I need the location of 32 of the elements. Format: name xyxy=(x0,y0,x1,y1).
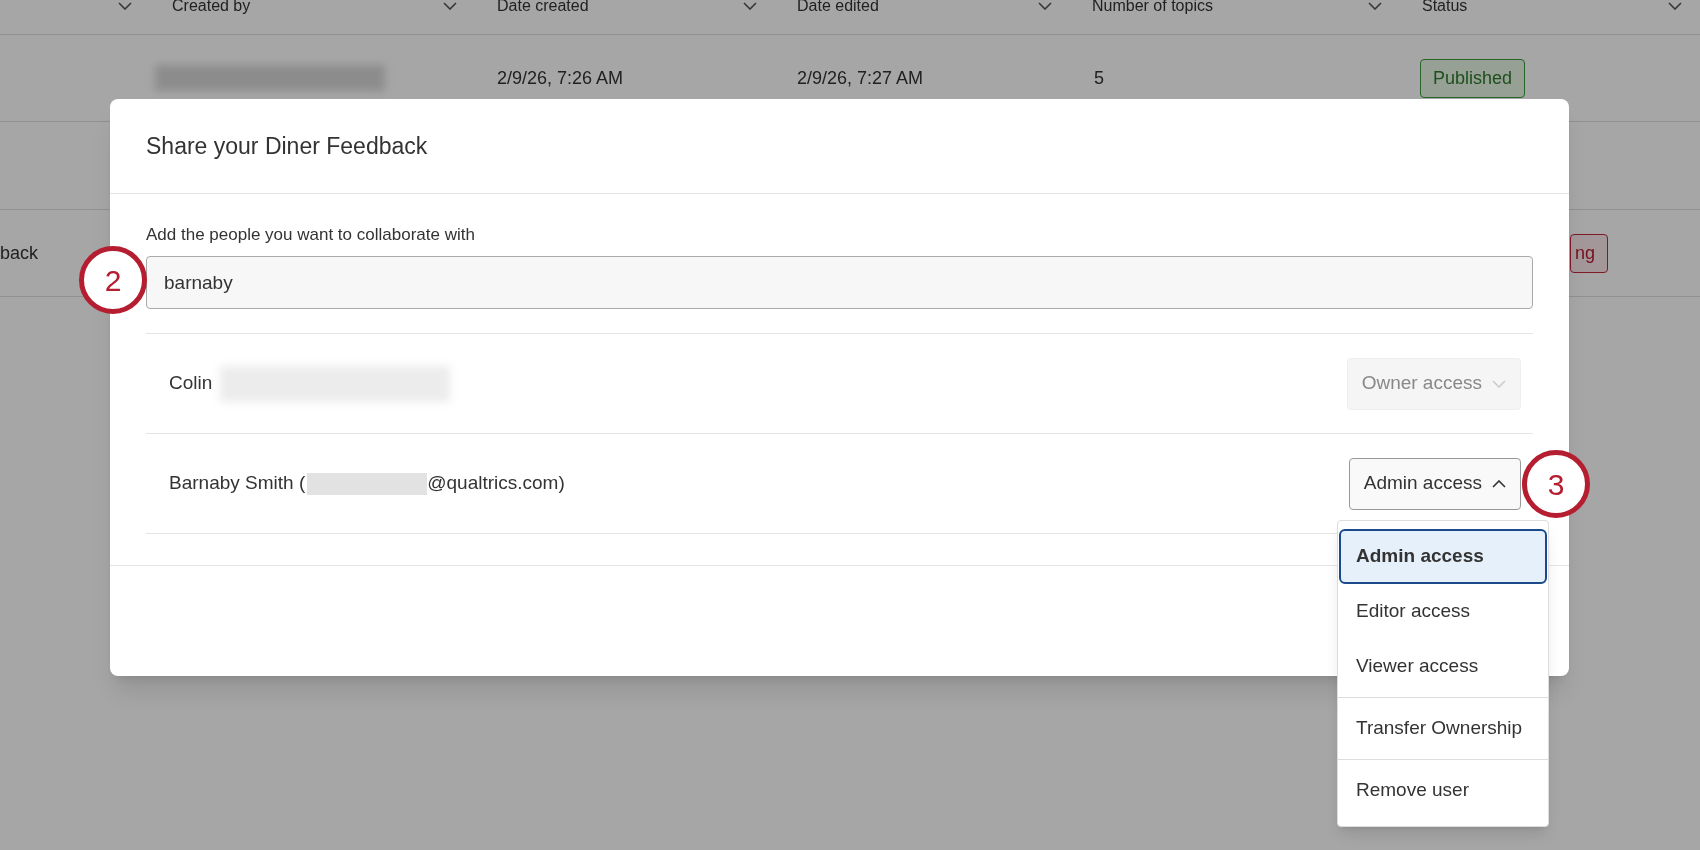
menu-item[interactable]: Admin access xyxy=(1339,529,1547,584)
sort-chevron-icon xyxy=(1368,2,1382,10)
sort-chevron-icon xyxy=(443,2,457,10)
search-field[interactable]: barnaby xyxy=(146,256,1533,309)
sort-chevron-icon xyxy=(118,2,132,10)
table-cell: 5 xyxy=(1094,67,1104,88)
collaborator-email: @qualtrics.com) xyxy=(427,471,565,496)
status-badge: ng xyxy=(1570,233,1609,273)
table-cell: 2/9/26, 7:27 AM xyxy=(797,67,924,88)
chevron-down-icon xyxy=(1492,379,1506,388)
column-header[interactable]: Date created xyxy=(497,0,589,14)
sort-chevron-icon xyxy=(1668,2,1682,10)
step-callout: 2 xyxy=(79,246,147,314)
menu-item[interactable]: Transfer Ownership xyxy=(1339,701,1547,756)
chevron-up-icon xyxy=(1492,479,1506,488)
column-header[interactable]: Status xyxy=(1422,0,1468,14)
sort-chevron-icon xyxy=(1038,2,1052,10)
collaborator-name: Colin xyxy=(169,371,213,396)
access-dropdown[interactable]: Admin access xyxy=(1348,457,1521,510)
column-header[interactable]: Date edited xyxy=(797,0,879,14)
column-header[interactable]: Created by xyxy=(172,0,251,14)
column-header[interactable]: Number of topics xyxy=(1092,0,1213,14)
sort-chevron-icon xyxy=(743,2,757,10)
menu-item[interactable]: Editor access xyxy=(1339,584,1547,639)
table-cell: back xyxy=(0,242,39,263)
table-cell: 2/9/26, 7:26 AM xyxy=(497,67,624,88)
dialog-title: Share your Diner Feedback xyxy=(146,131,428,161)
collaborator-name: Barnaby Smith ( xyxy=(169,471,306,496)
status-badge: Published xyxy=(1420,58,1526,98)
menu-item[interactable]: Remove user xyxy=(1339,763,1547,818)
field-label: Add the people you want to collaborate with xyxy=(146,224,476,246)
menu-item[interactable]: Viewer access xyxy=(1339,639,1547,694)
